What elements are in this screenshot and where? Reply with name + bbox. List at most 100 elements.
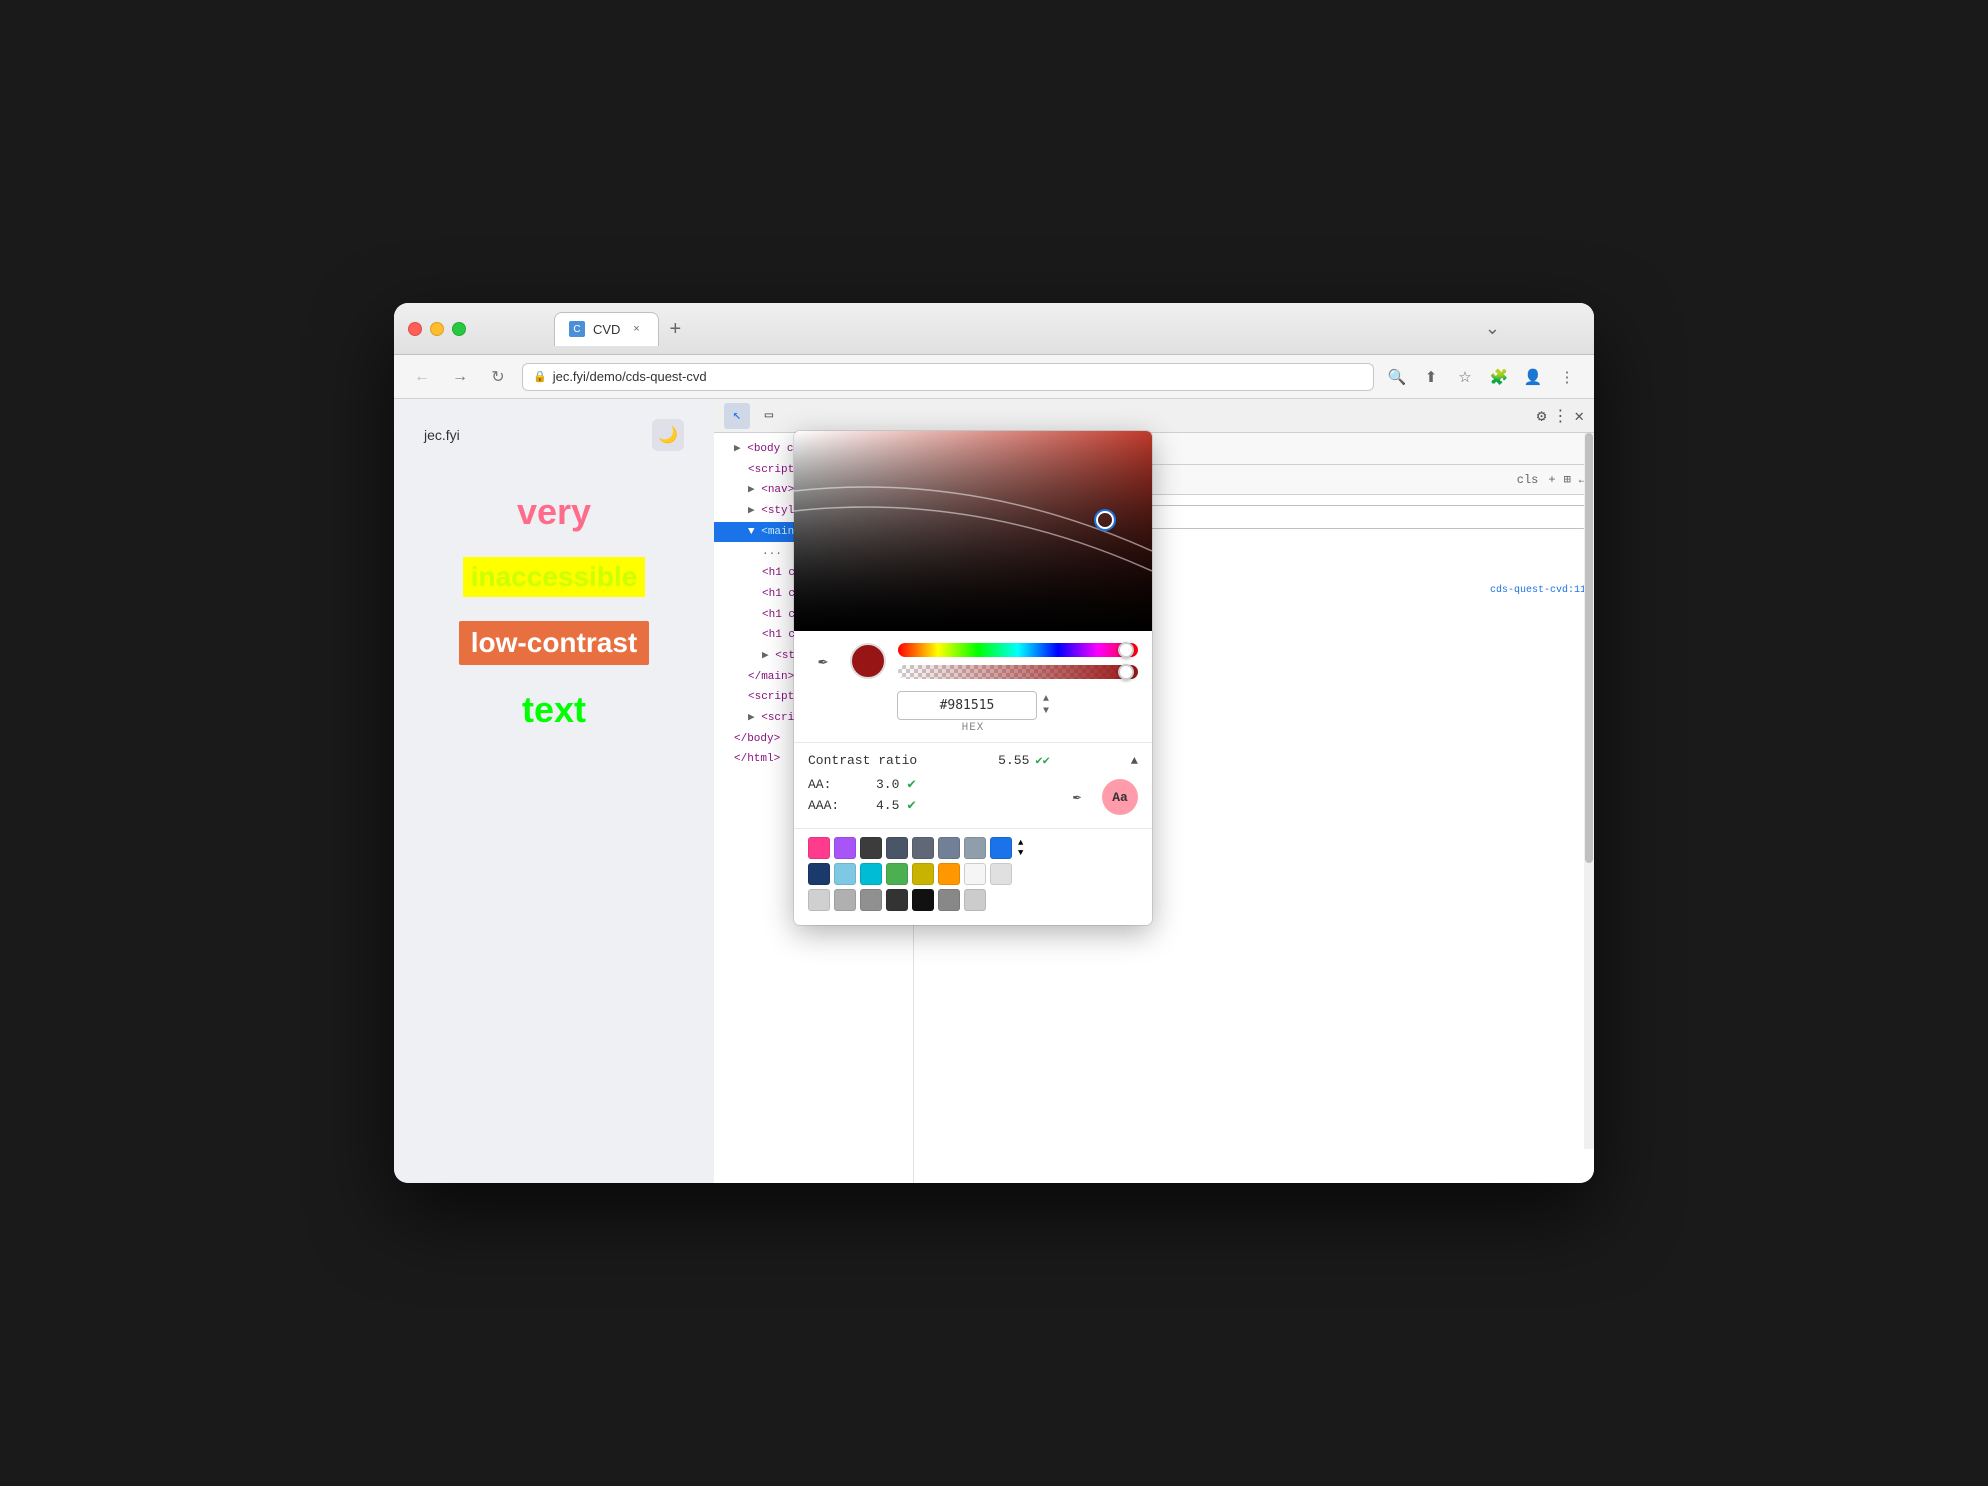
swatch[interactable] <box>886 863 908 885</box>
device-mode-button[interactable]: ▭ <box>756 403 782 429</box>
devtools-scrollbar[interactable] <box>1584 433 1594 1149</box>
aa-check-icon: ✔ <box>907 776 915 793</box>
new-tab-button[interactable]: + <box>659 319 691 339</box>
hex-spinners: ▲ ▼ <box>1043 695 1049 717</box>
aa-label: AA: <box>808 777 868 792</box>
word-inaccessible: inaccessible <box>463 557 646 597</box>
swatches-up[interactable]: ▲ <box>1018 838 1023 848</box>
browser-tab[interactable]: C CVD × <box>554 312 659 346</box>
swatch[interactable] <box>912 863 934 885</box>
aaa-label: AAA: <box>808 798 868 813</box>
double-check-icon: ✔✔ <box>1035 753 1049 768</box>
hex-decrement[interactable]: ▼ <box>1043 707 1049 717</box>
swatch[interactable] <box>834 837 856 859</box>
aa-row: AA: 3.0 ✔ <box>808 776 1058 793</box>
hex-increment[interactable]: ▲ <box>1043 695 1049 705</box>
url-text: jec.fyi/demo/cds-quest-cvd <box>553 369 707 384</box>
swatch[interactable] <box>834 863 856 885</box>
site-name: jec.fyi <box>424 427 460 443</box>
hex-input[interactable] <box>897 691 1037 720</box>
swatches-row-2 <box>808 863 1138 885</box>
swatches-row-1: ▲ ▼ <box>808 837 1138 859</box>
contrast-ratio-value: 5.55 <box>998 753 1029 768</box>
word-low-contrast: low-contrast <box>459 621 649 665</box>
toggle-style-button[interactable]: + <box>1548 473 1555 487</box>
color-gradient[interactable] <box>794 431 1152 631</box>
swatch[interactable] <box>990 863 1012 885</box>
aaa-row: AAA: 4.5 ✔ <box>808 797 1058 814</box>
mac-window: C CVD × + ⌄ ← → ↻ 🔒 jec.fyi/demo/cds-que… <box>394 303 1594 1183</box>
swatch[interactable] <box>860 837 882 859</box>
swatch[interactable] <box>860 889 882 911</box>
devtools-close-button[interactable]: ✕ <box>1574 406 1584 426</box>
hue-slider[interactable] <box>898 643 1138 657</box>
swatch[interactable] <box>938 889 960 911</box>
minimize-button[interactable] <box>430 322 444 336</box>
sliders-area <box>898 643 1138 679</box>
panel-button[interactable]: ⊞ <box>1564 472 1571 487</box>
aaa-check-icon: ✔ <box>907 797 915 814</box>
swatch[interactable] <box>938 837 960 859</box>
tab-bar: C CVD × + ⌄ <box>474 312 1580 346</box>
tab-menu-button[interactable]: ⌄ <box>1485 318 1500 339</box>
traffic-lights <box>408 322 466 336</box>
swatch[interactable] <box>808 863 830 885</box>
share-icon[interactable]: ⬆ <box>1418 364 1444 390</box>
swatch[interactable] <box>964 837 986 859</box>
swatch[interactable] <box>964 889 986 911</box>
color-picker[interactable]: ✒ ▲ <box>794 431 1152 925</box>
swatch[interactable] <box>886 837 908 859</box>
page-header: jec.fyi 🌙 <box>424 419 684 451</box>
scrollbar-thumb[interactable] <box>1585 433 1593 863</box>
swatches-down[interactable]: ▼ <box>1018 848 1023 858</box>
swatch[interactable] <box>912 837 934 859</box>
devtools-panel: ↖ ▭ ⚙ ⋮ ✕ ▶ <body ct <script <box>714 399 1594 1183</box>
swatches-section: ▲ ▼ <box>794 828 1152 925</box>
maximize-button[interactable] <box>452 322 466 336</box>
tab-close-button[interactable]: × <box>628 321 644 337</box>
word-very: very <box>517 491 591 533</box>
contrast-section: Contrast ratio 5.55 ✔✔ ▲ AA: 3.0 ✔ <box>794 742 1152 828</box>
close-button[interactable] <box>408 322 422 336</box>
search-icon[interactable]: 🔍 <box>1384 364 1410 390</box>
aa-value: 3.0 <box>876 777 899 792</box>
url-bar[interactable]: 🔒 jec.fyi/demo/cds-quest-cvd <box>522 363 1374 391</box>
source-link[interactable]: cds-quest-cvd:11 <box>1490 582 1586 599</box>
devtools-more-button[interactable]: ⋮ <box>1552 406 1568 426</box>
devtools-settings-button[interactable]: ⚙ <box>1537 406 1547 426</box>
swatch[interactable] <box>990 837 1012 859</box>
contrast-header: Contrast ratio 5.55 ✔✔ ▲ <box>808 753 1138 768</box>
swatch[interactable] <box>808 837 830 859</box>
inspect-element-button[interactable]: ↖ <box>724 403 750 429</box>
contrast-collapse-button[interactable]: ▲ <box>1131 754 1138 768</box>
swatch[interactable] <box>886 889 908 911</box>
account-icon[interactable]: 👤 <box>1520 364 1546 390</box>
cp-controls: ✒ <box>794 631 1152 687</box>
page-content: jec.fyi 🌙 very inaccessible low-contrast… <box>394 399 714 1183</box>
contrast-eyedropper-button[interactable]: ✒ <box>1062 782 1092 812</box>
hue-thumb[interactable] <box>1118 642 1134 658</box>
color-preview-circle <box>850 643 886 679</box>
add-style-button[interactable]: cls <box>1517 473 1539 487</box>
picker-cursor[interactable] <box>1096 511 1114 529</box>
address-icons: 🔍 ⬆ ☆ 🧩 👤 ⋮ <box>1384 364 1580 390</box>
reload-button[interactable]: ↻ <box>484 363 512 391</box>
swatch[interactable] <box>964 863 986 885</box>
swatch[interactable] <box>860 863 882 885</box>
swatch[interactable] <box>912 889 934 911</box>
extensions-icon[interactable]: 🧩 <box>1486 364 1512 390</box>
forward-button[interactable]: → <box>446 363 474 391</box>
eyedropper-button[interactable]: ✒ <box>808 646 838 676</box>
swatch[interactable] <box>938 863 960 885</box>
dark-mode-toggle[interactable]: 🌙 <box>652 419 684 451</box>
demo-text-area: very inaccessible low-contrast text <box>424 481 684 731</box>
bookmark-icon[interactable]: ☆ <box>1452 364 1478 390</box>
swatches-scroll-buttons: ▲ ▼ <box>1018 838 1023 858</box>
swatch[interactable] <box>834 889 856 911</box>
swatch[interactable] <box>808 889 830 911</box>
back-button[interactable]: ← <box>408 363 436 391</box>
alpha-thumb[interactable] <box>1118 664 1134 680</box>
alpha-slider[interactable] <box>898 665 1138 679</box>
more-menu-button[interactable]: ⋮ <box>1554 364 1580 390</box>
lock-icon: 🔒 <box>533 370 547 383</box>
